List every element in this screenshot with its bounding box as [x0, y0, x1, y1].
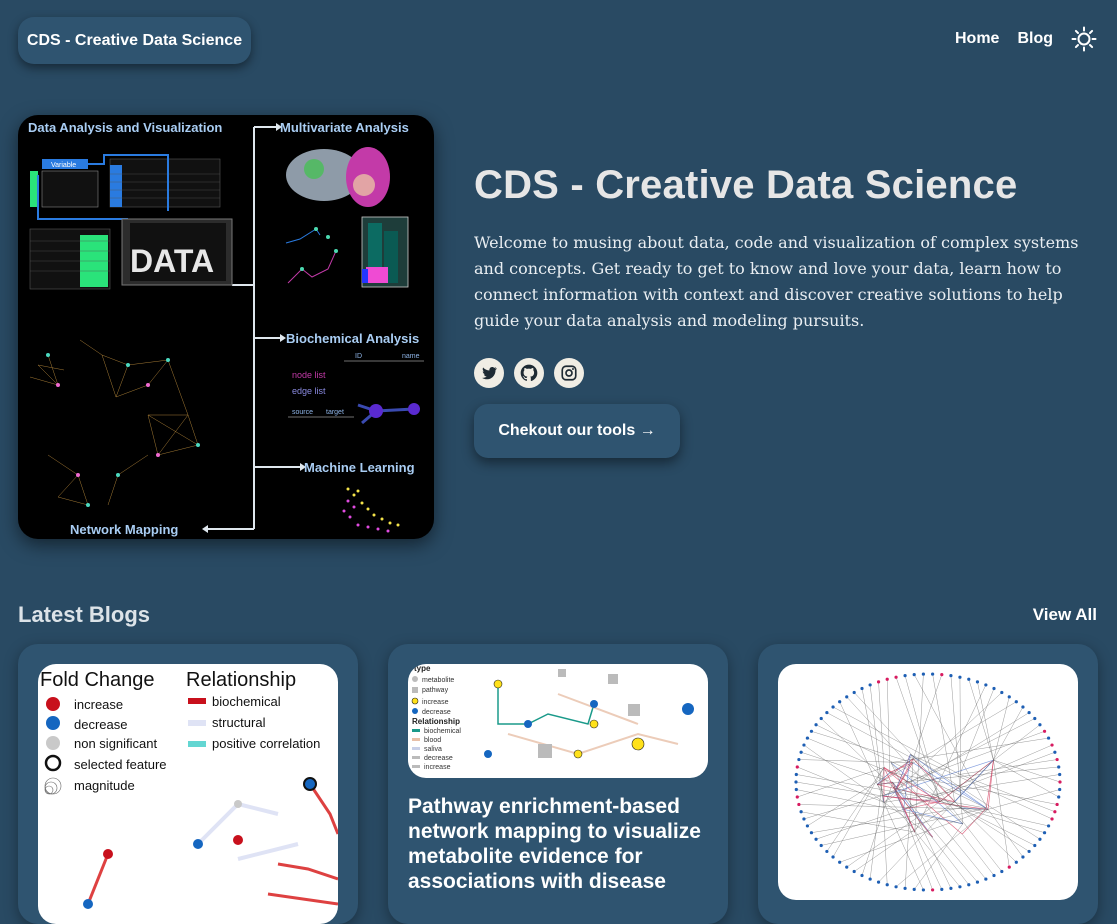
top-nav: Home Blog: [955, 26, 1097, 52]
legend-decrease: decrease: [422, 709, 451, 716]
id-label: ID: [355, 353, 362, 360]
variable-label: Variable: [51, 162, 76, 169]
label-multivariate: Multivariate Analysis: [280, 120, 409, 135]
label-machine-learning: Machine Learning: [304, 460, 415, 475]
legend-structural: structural: [212, 715, 266, 730]
legend-increase: increase: [74, 697, 123, 712]
legend-biochemical: biochemical: [424, 728, 461, 735]
legend-increase-2: increase: [424, 764, 451, 771]
hero-description: Welcome to musing about data, code and v…: [474, 230, 1104, 334]
legend-increase: increase: [422, 699, 449, 706]
legend-saliva: saliva: [424, 746, 442, 753]
hero-title: CDS - Creative Data Science: [474, 163, 1017, 208]
fold-change-legend-title: Fold Change: [40, 669, 155, 691]
legend-selected-feature: selected feature: [74, 757, 167, 772]
label-network-mapping: Network Mapping: [70, 522, 178, 537]
nav-home-link[interactable]: Home: [955, 30, 999, 48]
checkout-tools-button[interactable]: Chekout our tools →: [474, 404, 680, 458]
site-logo-button[interactable]: CDS - Creative Data Science: [18, 17, 251, 64]
relationship-legend-title: Relationship: [186, 669, 296, 691]
blog-card[interactable]: Fold Change increase decrease non signif…: [18, 644, 358, 924]
data-word: DATA: [130, 243, 214, 279]
legend-pathway: pathway: [422, 687, 449, 694]
legend-metabolite: metabolite: [422, 677, 454, 684]
blog-card[interactable]: [758, 644, 1098, 924]
github-icon[interactable]: [514, 358, 544, 388]
source-label: source: [292, 409, 313, 416]
label-biochemical: Biochemical Analysis: [286, 331, 419, 346]
edge-list-label: edge list: [292, 386, 326, 396]
legend-decrease-2: decrease: [424, 755, 453, 762]
name-label: name: [402, 353, 420, 360]
blog-thumbnail: type metabolite pathway increase decreas…: [408, 664, 708, 778]
legend-type: type: [414, 664, 431, 673]
blog-thumbnail: Fold Change increase decrease non signif…: [38, 664, 338, 924]
view-all-link[interactable]: View All: [1033, 605, 1097, 625]
latest-blogs-heading: Latest Blogs: [18, 602, 150, 628]
instagram-icon[interactable]: [554, 358, 584, 388]
legend-blood: blood: [424, 737, 441, 744]
radial-network-image: [778, 664, 1078, 900]
sun-icon[interactable]: [1071, 26, 1097, 52]
social-links: [474, 358, 584, 388]
legend-biochemical: biochemical: [212, 694, 281, 709]
label-data-analysis: Data Analysis and Visualization: [28, 120, 222, 135]
hero-illustration: Data Analysis and Visualization Multivar…: [18, 115, 434, 539]
node-list-label: node list: [292, 370, 326, 380]
blog-card[interactable]: type metabolite pathway increase decreas…: [388, 644, 728, 924]
twitter-icon[interactable]: [474, 358, 504, 388]
nav-blog-link[interactable]: Blog: [1017, 30, 1053, 48]
legend-positive-correlation: positive correlation: [212, 736, 320, 751]
legend-non-significant: non significant: [74, 736, 157, 751]
target-label: target: [326, 409, 344, 416]
legend-decrease: decrease: [74, 717, 127, 732]
blog-thumbnail: [778, 664, 1078, 900]
legend-magnitude: magnitude: [74, 778, 135, 793]
legend-relationship: Relationship: [412, 717, 460, 726]
blog-card-title[interactable]: Pathway enrichment-based network mapping…: [408, 794, 708, 894]
